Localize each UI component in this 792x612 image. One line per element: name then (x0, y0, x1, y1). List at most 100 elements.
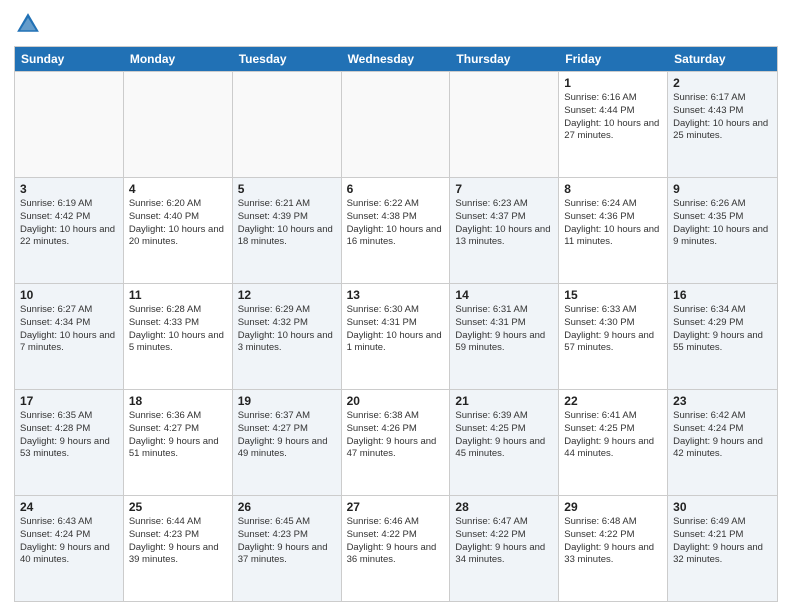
logo-icon (14, 10, 42, 38)
header-cell-friday: Friday (559, 47, 668, 71)
calendar-cell: 30 Sunrise: 6:49 AMSunset: 4:21 PMDayligh… (668, 496, 777, 601)
header-cell-thursday: Thursday (450, 47, 559, 71)
header-cell-sunday: Sunday (15, 47, 124, 71)
day-number: 2 (673, 76, 772, 90)
calendar-cell (450, 72, 559, 177)
calendar-cell: 18 Sunrise: 6:36 AMSunset: 4:27 PMDayligh… (124, 390, 233, 495)
header-cell-saturday: Saturday (668, 47, 777, 71)
day-info: Sunrise: 6:19 AMSunset: 4:42 PMDaylight:… (20, 198, 118, 249)
day-info: Sunrise: 6:17 AMSunset: 4:43 PMDaylight:… (673, 92, 772, 143)
calendar-cell: 23 Sunrise: 6:42 AMSunset: 4:24 PMDayligh… (668, 390, 777, 495)
day-info: Sunrise: 6:24 AMSunset: 4:36 PMDaylight:… (564, 198, 662, 249)
day-number: 13 (347, 288, 445, 302)
day-number: 26 (238, 500, 336, 514)
calendar-cell: 16 Sunrise: 6:34 AMSunset: 4:29 PMDayligh… (668, 284, 777, 389)
day-info: Sunrise: 6:44 AMSunset: 4:23 PMDaylight:… (129, 516, 227, 567)
day-info: Sunrise: 6:34 AMSunset: 4:29 PMDaylight:… (673, 304, 772, 355)
calendar-row-1: 1 Sunrise: 6:16 AMSunset: 4:44 PMDaylight… (15, 71, 777, 177)
calendar-cell: 17 Sunrise: 6:35 AMSunset: 4:28 PMDayligh… (15, 390, 124, 495)
day-info: Sunrise: 6:38 AMSunset: 4:26 PMDaylight:… (347, 410, 445, 461)
day-number: 25 (129, 500, 227, 514)
day-info: Sunrise: 6:22 AMSunset: 4:38 PMDaylight:… (347, 198, 445, 249)
day-info: Sunrise: 6:36 AMSunset: 4:27 PMDaylight:… (129, 410, 227, 461)
day-number: 15 (564, 288, 662, 302)
day-info: Sunrise: 6:49 AMSunset: 4:21 PMDaylight:… (673, 516, 772, 567)
calendar-cell (233, 72, 342, 177)
day-info: Sunrise: 6:29 AMSunset: 4:32 PMDaylight:… (238, 304, 336, 355)
calendar-cell: 7 Sunrise: 6:23 AMSunset: 4:37 PMDaylight… (450, 178, 559, 283)
day-info: Sunrise: 6:39 AMSunset: 4:25 PMDaylight:… (455, 410, 553, 461)
calendar-cell: 14 Sunrise: 6:31 AMSunset: 4:31 PMDayligh… (450, 284, 559, 389)
calendar-cell: 10 Sunrise: 6:27 AMSunset: 4:34 PMDayligh… (15, 284, 124, 389)
day-number: 6 (347, 182, 445, 196)
day-info: Sunrise: 6:16 AMSunset: 4:44 PMDaylight:… (564, 92, 662, 143)
calendar-cell: 19 Sunrise: 6:37 AMSunset: 4:27 PMDayligh… (233, 390, 342, 495)
calendar-row-3: 10 Sunrise: 6:27 AMSunset: 4:34 PMDayligh… (15, 283, 777, 389)
logo (14, 10, 46, 38)
day-info: Sunrise: 6:35 AMSunset: 4:28 PMDaylight:… (20, 410, 118, 461)
day-info: Sunrise: 6:45 AMSunset: 4:23 PMDaylight:… (238, 516, 336, 567)
day-info: Sunrise: 6:46 AMSunset: 4:22 PMDaylight:… (347, 516, 445, 567)
calendar-cell: 4Sunrise: 6:20 AMSunset: 4:40 PMDaylight… (124, 178, 233, 283)
day-number: 7 (455, 182, 553, 196)
day-number: 11 (129, 288, 227, 302)
day-info: Sunrise: 6:30 AMSunset: 4:31 PMDaylight:… (347, 304, 445, 355)
day-info: Sunrise: 6:37 AMSunset: 4:27 PMDaylight:… (238, 410, 336, 461)
calendar-cell: 2 Sunrise: 6:17 AMSunset: 4:43 PMDaylight… (668, 72, 777, 177)
day-number: 10 (20, 288, 118, 302)
day-number: 23 (673, 394, 772, 408)
calendar-cell: 20 Sunrise: 6:38 AMSunset: 4:26 PMDayligh… (342, 390, 451, 495)
day-info: Sunrise: 6:28 AMSunset: 4:33 PMDaylight:… (129, 304, 227, 355)
calendar-row-4: 17 Sunrise: 6:35 AMSunset: 4:28 PMDayligh… (15, 389, 777, 495)
day-info: Sunrise: 6:48 AMSunset: 4:22 PMDaylight:… (564, 516, 662, 567)
day-number: 1 (564, 76, 662, 90)
day-number: 18 (129, 394, 227, 408)
day-info: Sunrise: 6:33 AMSunset: 4:30 PMDaylight:… (564, 304, 662, 355)
day-info: Sunrise: 6:47 AMSunset: 4:22 PMDaylight:… (455, 516, 553, 567)
calendar-cell (342, 72, 451, 177)
day-info: Sunrise: 6:20 AMSunset: 4:40 PMDaylight:… (129, 198, 227, 249)
header-cell-wednesday: Wednesday (342, 47, 451, 71)
calendar-cell: 21 Sunrise: 6:39 AMSunset: 4:25 PMDayligh… (450, 390, 559, 495)
calendar-cell: 24 Sunrise: 6:43 AMSunset: 4:24 PMDayligh… (15, 496, 124, 601)
calendar-cell: 26 Sunrise: 6:45 AMSunset: 4:23 PMDayligh… (233, 496, 342, 601)
header (14, 10, 778, 38)
day-info: Sunrise: 6:27 AMSunset: 4:34 PMDaylight:… (20, 304, 118, 355)
day-number: 5 (238, 182, 336, 196)
day-number: 27 (347, 500, 445, 514)
day-number: 17 (20, 394, 118, 408)
day-info: Sunrise: 6:23 AMSunset: 4:37 PMDaylight:… (455, 198, 553, 249)
day-number: 20 (347, 394, 445, 408)
calendar-cell (15, 72, 124, 177)
day-info: Sunrise: 6:21 AMSunset: 4:39 PMDaylight:… (238, 198, 336, 249)
calendar-cell: 8 Sunrise: 6:24 AMSunset: 4:36 PMDaylight… (559, 178, 668, 283)
day-number: 14 (455, 288, 553, 302)
day-info: Sunrise: 6:31 AMSunset: 4:31 PMDaylight:… (455, 304, 553, 355)
day-number: 16 (673, 288, 772, 302)
day-info: Sunrise: 6:26 AMSunset: 4:35 PMDaylight:… (673, 198, 772, 249)
header-cell-monday: Monday (124, 47, 233, 71)
page: SundayMondayTuesdayWednesdayThursdayFrid… (0, 0, 792, 612)
calendar-cell (124, 72, 233, 177)
day-number: 8 (564, 182, 662, 196)
calendar-cell: 29 Sunrise: 6:48 AMSunset: 4:22 PMDayligh… (559, 496, 668, 601)
day-number: 9 (673, 182, 772, 196)
calendar-cell: 12Sunrise: 6:29 AMSunset: 4:32 PMDayligh… (233, 284, 342, 389)
day-number: 30 (673, 500, 772, 514)
day-number: 3 (20, 182, 118, 196)
day-info: Sunrise: 6:42 AMSunset: 4:24 PMDaylight:… (673, 410, 772, 461)
calendar-header: SundayMondayTuesdayWednesdayThursdayFrid… (15, 47, 777, 71)
calendar-cell: 1 Sunrise: 6:16 AMSunset: 4:44 PMDaylight… (559, 72, 668, 177)
calendar-cell: 27 Sunrise: 6:46 AMSunset: 4:22 PMDayligh… (342, 496, 451, 601)
day-number: 24 (20, 500, 118, 514)
calendar-cell: 6 Sunrise: 6:22 AMSunset: 4:38 PMDaylight… (342, 178, 451, 283)
day-number: 19 (238, 394, 336, 408)
calendar-body: 1 Sunrise: 6:16 AMSunset: 4:44 PMDaylight… (15, 71, 777, 601)
header-cell-tuesday: Tuesday (233, 47, 342, 71)
day-number: 29 (564, 500, 662, 514)
day-info: Sunrise: 6:41 AMSunset: 4:25 PMDaylight:… (564, 410, 662, 461)
day-info: Sunrise: 6:43 AMSunset: 4:24 PMDaylight:… (20, 516, 118, 567)
calendar-cell: 3 Sunrise: 6:19 AMSunset: 4:42 PMDaylight… (15, 178, 124, 283)
day-number: 21 (455, 394, 553, 408)
calendar-cell: 13 Sunrise: 6:30 AMSunset: 4:31 PMDayligh… (342, 284, 451, 389)
